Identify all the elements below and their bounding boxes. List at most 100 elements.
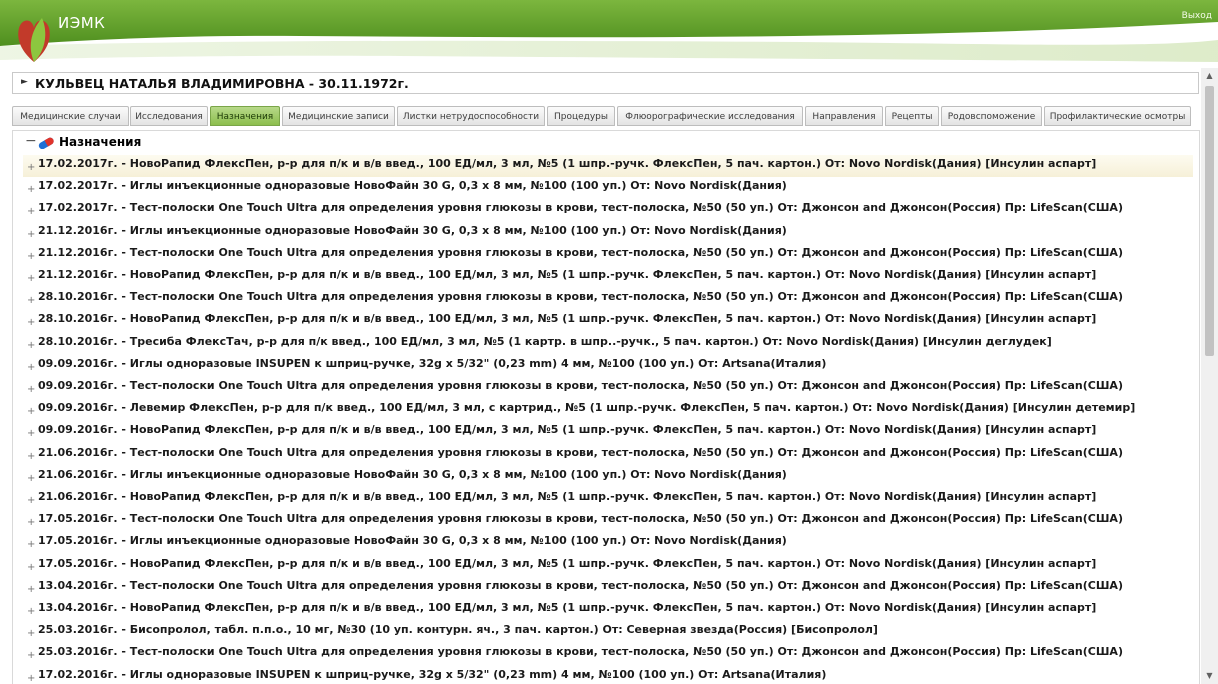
list-item[interactable]: +09.09.2016г. - Иглы одноразовые INSUPEN… [23, 355, 1193, 377]
expand-icon[interactable]: + [27, 229, 35, 240]
patient-name: КУЛЬВЕЦ НАТАЛЬЯ ВЛАДИМИРОВНА - 30.11.197… [35, 76, 409, 91]
patient-header[interactable]: ► КУЛЬВЕЦ НАТАЛЬЯ ВЛАДИМИРОВНА - 30.11.1… [12, 72, 1199, 94]
tab-prescriptions[interactable]: Назначения [210, 106, 280, 126]
tab-label: Назначения [216, 112, 274, 122]
tab-obstetrics[interactable]: Родовспоможение [941, 106, 1042, 126]
expand-icon[interactable]: + [27, 206, 35, 217]
tab-preventive-exams[interactable]: Профилактические осмотры [1044, 106, 1191, 126]
expand-icon[interactable]: + [27, 495, 35, 506]
list-item[interactable]: +13.04.2016г. - НовоРапид ФлексПен, р-р … [23, 599, 1193, 621]
expand-icon[interactable]: + [27, 428, 35, 439]
list-item[interactable]: +17.05.2016г. - НовоРапид ФлексПен, р-р … [23, 555, 1193, 577]
expand-icon[interactable]: + [27, 317, 35, 328]
tab-label: Исследования [135, 112, 203, 122]
expand-icon[interactable]: + [27, 251, 35, 262]
list-item[interactable]: +25.03.2016г. - Тест-полоски One Touch U… [23, 643, 1193, 665]
expand-icon[interactable]: + [27, 562, 35, 573]
expand-icon[interactable]: + [27, 606, 35, 617]
expand-icon[interactable]: + [27, 162, 35, 173]
logo-icon [18, 18, 50, 62]
list-item[interactable]: +09.09.2016г. - Левемир ФлексПен, р-р дл… [23, 399, 1193, 421]
tab-recipes[interactable]: Рецепты [885, 106, 939, 126]
scroll-thumb[interactable] [1205, 86, 1214, 356]
expand-icon[interactable]: + [27, 539, 35, 550]
pill-icon [38, 137, 54, 149]
list-item-text: 13.04.2016г. - Тест-полоски One Touch Ul… [38, 578, 1123, 592]
expand-icon[interactable]: + [27, 451, 35, 462]
list-item[interactable]: +28.10.2016г. - НовоРапид ФлексПен, р-р … [23, 310, 1193, 332]
list-item[interactable]: +17.02.2017г. - Иглы инъекционные однора… [23, 177, 1193, 199]
list-item-text: 21.06.2016г. - Иглы инъекционные однораз… [38, 467, 787, 481]
prescriptions-panel: − Назначения +17.02.2017г. - НовоРапид Ф… [12, 130, 1200, 684]
tab-label: Рецепты [891, 112, 933, 122]
expand-icon[interactable]: + [27, 584, 35, 595]
list-item[interactable]: +17.05.2016г. - Тест-полоски One Touch U… [23, 510, 1193, 532]
list-item-text: 21.12.2016г. - Тест-полоски One Touch Ul… [38, 245, 1123, 259]
list-item-text: 17.05.2016г. - Тест-полоски One Touch Ul… [38, 512, 1123, 526]
list-item[interactable]: +28.10.2016г. - Тресиба ФлексТач, р-р дл… [23, 333, 1193, 355]
list-item[interactable]: +25.03.2016г. - Бисопролол, табл. п.п.о.… [23, 621, 1193, 643]
list-item[interactable]: +21.06.2016г. - НовоРапид ФлексПен, р-р … [23, 488, 1193, 510]
tab-procedures[interactable]: Процедуры [547, 106, 615, 126]
list-item-text: 09.09.2016г. - Иглы одноразовые INSUPEN … [38, 356, 827, 370]
list-item-text: 09.09.2016г. - НовоРапид ФлексПен, р-р д… [38, 423, 1097, 437]
tab-label: Флюорографические исследования [625, 112, 795, 122]
expand-arrow-icon[interactable]: ► [21, 77, 28, 87]
list-item-text: 25.03.2016г. - Бисопролол, табл. п.п.о.,… [38, 623, 878, 637]
list-item-text: 17.02.2016г. - Иглы одноразовые INSUPEN … [38, 667, 827, 681]
tab-label: Профилактические осмотры [1049, 112, 1186, 122]
list-item-text: 21.12.2016г. - Иглы инъекционные однораз… [38, 223, 787, 237]
scroll-down-icon[interactable]: ▼ [1201, 668, 1218, 684]
expand-icon[interactable]: + [27, 406, 35, 417]
expand-icon[interactable]: + [27, 673, 35, 684]
tree-root-label: Назначения [59, 135, 142, 149]
tab-label: Родовспоможение [947, 112, 1036, 122]
expand-icon[interactable]: + [27, 650, 35, 661]
list-item-text: 17.05.2016г. - НовоРапид ФлексПен, р-р д… [38, 556, 1097, 570]
expand-icon[interactable]: + [27, 517, 35, 528]
tab-referrals[interactable]: Направления [805, 106, 883, 126]
collapse-icon[interactable]: − [25, 133, 37, 149]
tab-fluorography[interactable]: Флюорографические исследования [617, 106, 803, 126]
list-item-text: 21.06.2016г. - НовоРапид ФлексПен, р-р д… [38, 490, 1097, 503]
list-item[interactable]: +17.02.2017г. - НовоРапид ФлексПен, р-р … [23, 155, 1193, 177]
list-item[interactable]: +13.04.2016г. - Тест-полоски One Touch U… [23, 577, 1193, 599]
expand-icon[interactable]: + [27, 184, 35, 195]
tab-medical-cases[interactable]: Медицинские случаи [12, 106, 129, 126]
list-item[interactable]: +28.10.2016г. - Тест-полоски One Touch U… [23, 288, 1193, 310]
expand-icon[interactable]: + [27, 628, 35, 639]
list-item-text: 09.09.2016г. - Тест-полоски One Touch Ul… [38, 379, 1123, 392]
list-item[interactable]: +17.02.2017г. - Тест-полоски One Touch U… [23, 199, 1193, 221]
tab-label: Медицинские записи [288, 112, 389, 122]
list-item-text: 21.06.2016г. - Тест-полоски One Touch Ul… [38, 445, 1123, 459]
app-header: ИЭМК Выход [0, 0, 1218, 68]
list-item-text: 17.02.2017г. - Иглы инъекционные однораз… [38, 179, 787, 193]
list-item-text: 13.04.2016г. - НовоРапид ФлексПен, р-р д… [38, 601, 1097, 614]
list-item-text: 28.10.2016г. - Тест-полоски One Touch Ul… [38, 290, 1123, 304]
expand-icon[interactable]: + [27, 295, 35, 306]
vertical-scrollbar[interactable]: ▲ ▼ [1201, 68, 1218, 684]
list-item-text: 28.10.2016г. - Тресиба ФлексТач, р-р для… [38, 334, 1052, 348]
expand-icon[interactable]: + [27, 473, 35, 484]
expand-icon[interactable]: + [27, 340, 35, 351]
expand-icon[interactable]: + [27, 362, 35, 373]
list-item[interactable]: +17.05.2016г. - Иглы инъекционные однора… [23, 532, 1193, 554]
list-item[interactable]: +21.06.2016г. - Тест-полоски One Touch U… [23, 444, 1193, 466]
list-item[interactable]: +21.12.2016г. - Тест-полоски One Touch U… [23, 244, 1193, 266]
expand-icon[interactable]: + [27, 273, 35, 284]
list-item-text: 17.05.2016г. - Иглы инъекционные однораз… [38, 534, 787, 548]
list-item[interactable]: +17.02.2016г. - Иглы одноразовые INSUPEN… [23, 666, 1193, 684]
list-item[interactable]: +09.09.2016г. - Тест-полоски One Touch U… [23, 377, 1193, 399]
list-item[interactable]: +09.09.2016г. - НовоРапид ФлексПен, р-р … [23, 421, 1193, 443]
tab-sick-leave[interactable]: Листки нетрудоспособности [397, 106, 545, 126]
header-banner [0, 0, 1218, 62]
list-item[interactable]: +21.06.2016г. - Иглы инъекционные однора… [23, 466, 1193, 488]
logout-link[interactable]: Выход [1182, 11, 1212, 21]
scroll-up-icon[interactable]: ▲ [1201, 68, 1218, 84]
tab-research[interactable]: Исследования [130, 106, 208, 126]
list-item[interactable]: +21.12.2016г. - НовоРапид ФлексПен, р-р … [23, 266, 1193, 288]
expand-icon[interactable]: + [27, 384, 35, 395]
list-item-text: 25.03.2016г. - Тест-полоски One Touch Ul… [38, 645, 1123, 659]
tab-medical-records[interactable]: Медицинские записи [282, 106, 395, 126]
list-item[interactable]: +21.12.2016г. - Иглы инъекционные однора… [23, 222, 1193, 244]
